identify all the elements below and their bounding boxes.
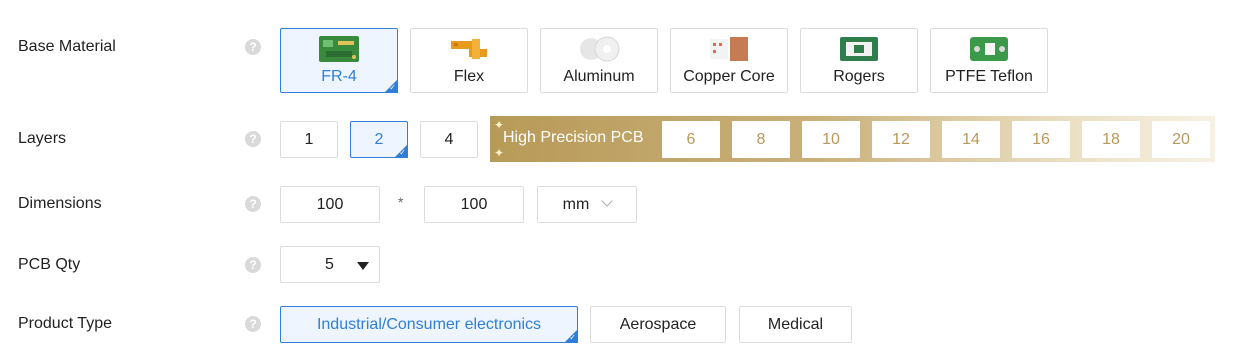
aluminum-pcb-icon [580,36,620,62]
material-label: Aluminum [563,68,635,85]
material-option-flex[interactable]: Flex [410,28,528,93]
rogers-pcb-icon [840,37,878,61]
material-option-rogers[interactable]: Rogers [800,28,918,93]
layer-option-8[interactable]: 8 [732,121,790,158]
material-option-aluminum[interactable]: Aluminum [540,28,658,93]
pcb-qty-help-icon[interactable]: ? [245,257,261,273]
material-option-fr4[interactable]: FR-4 [280,28,398,93]
material-label: PTFE Teflon [945,68,1033,85]
product-type-medical[interactable]: Medical [739,306,852,343]
dimensions-help-icon[interactable]: ? [245,196,261,212]
layer-option-12[interactable]: 12 [872,121,930,158]
ptfe-teflon-pcb-icon [970,37,1008,61]
base-material-help-icon[interactable]: ? [245,39,261,55]
fr4-board-icon [319,36,359,62]
high-precision-label: High Precision PCB [503,129,644,146]
unit-select[interactable]: mm [537,186,637,223]
product-type-aerospace[interactable]: Aerospace [590,306,726,343]
material-label: Flex [453,68,485,85]
pcb-qty-value: 5 [325,256,334,273]
layer-option-6[interactable]: 6 [662,121,720,158]
layer-option-18[interactable]: 18 [1082,121,1140,158]
product-type-label: Product Type [18,315,112,332]
product-type-help-icon[interactable]: ? [245,316,261,332]
copper-core-pcb-icon [710,37,748,61]
layers-label: Layers [18,130,67,147]
sparkle-icon: ✦ [494,146,505,160]
material-option-copper-core[interactable]: Copper Core [670,28,788,93]
layers-help-icon[interactable]: ? [245,131,261,147]
dimensions-label: Dimensions [18,195,102,212]
material-label: Copper Core [683,68,775,85]
material-option-ptfe-teflon[interactable]: PTFE Teflon [930,28,1048,93]
layer-option-14[interactable]: 14 [942,121,1000,158]
layer-option-20[interactable]: 20 [1152,121,1210,158]
caret-down-icon [357,262,369,270]
material-label: Rogers [833,68,885,85]
flex-pcb-icon [451,39,487,59]
layer-option-1[interactable]: 1 [280,121,338,158]
height-input[interactable]: 100 [424,186,524,223]
chevron-down-icon [601,195,613,207]
pcb-qty-select[interactable]: 5 [280,246,380,283]
layer-option-16[interactable]: 16 [1012,121,1070,158]
base-material-label: Base Material [18,38,116,55]
unit-value: mm [562,196,590,213]
layer-option-10[interactable]: 10 [802,121,860,158]
dimension-separator: * [398,194,404,210]
width-input[interactable]: 100 [280,186,380,223]
layer-option-4[interactable]: 4 [420,121,478,158]
product-type-industrial[interactable]: Industrial/Consumer electronics [280,306,578,343]
pcb-qty-label: PCB Qty [18,256,81,273]
material-label: FR-4 [321,68,357,85]
layer-option-2[interactable]: 2 [350,121,408,158]
